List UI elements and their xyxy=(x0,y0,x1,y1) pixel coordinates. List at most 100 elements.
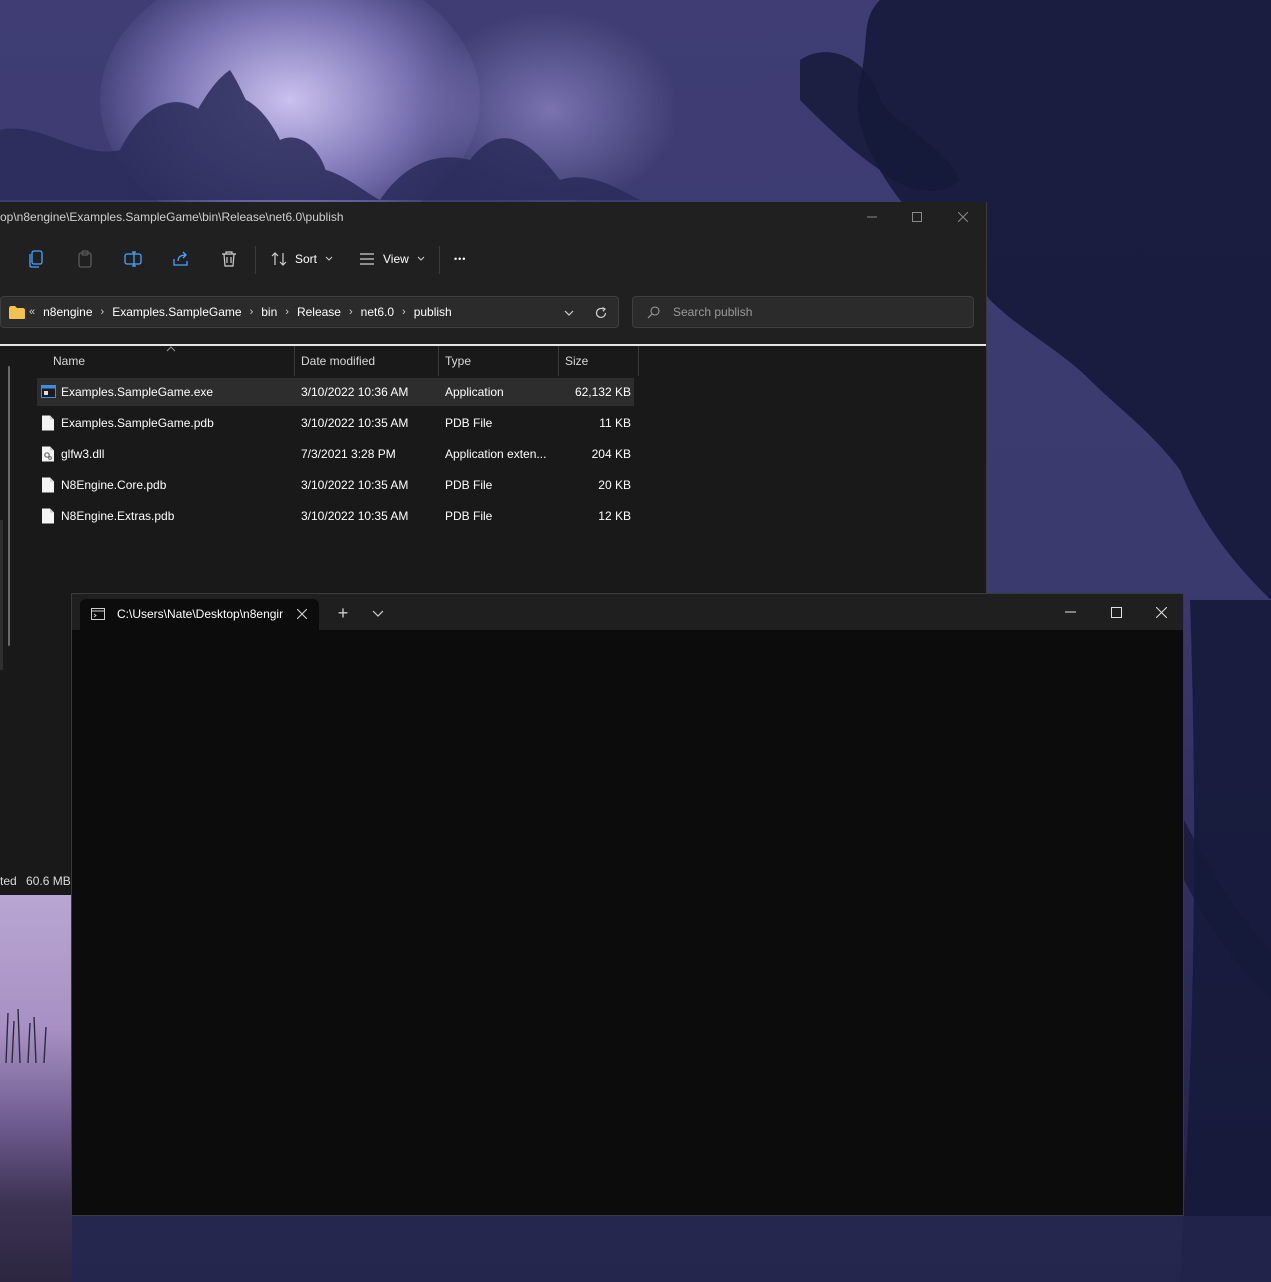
close-icon xyxy=(958,212,968,222)
file-name: Examples.SampleGame.pdb xyxy=(61,416,214,430)
close-button[interactable] xyxy=(940,202,986,232)
maximize-icon xyxy=(912,212,922,222)
file-type: PDB File xyxy=(445,478,493,492)
nav-pane-scrollbar[interactable] xyxy=(8,366,10,646)
breadcrumb-item-n8engine[interactable]: n8engine xyxy=(37,305,98,319)
column-type-label: Type xyxy=(445,354,472,368)
column-divider[interactable] xyxy=(638,346,639,376)
close-icon xyxy=(1155,606,1167,618)
dll-icon xyxy=(42,446,54,462)
terminal-minimize-button[interactable] xyxy=(1047,594,1093,630)
breadcrumb-item-bin[interactable]: bin xyxy=(255,305,283,319)
file-name: glfw3.dll xyxy=(61,447,105,461)
file-type: Application exten... xyxy=(445,447,547,461)
breadcrumb-item-examples-samplegame[interactable]: Examples.SampleGame xyxy=(106,305,247,319)
terminal-tab-title: C:\Users\Nate\Desktop\n8engir xyxy=(117,607,284,621)
column-header-size[interactable]: Size xyxy=(559,346,638,376)
copy-button[interactable] xyxy=(24,246,50,272)
chevron-down-icon xyxy=(564,310,574,316)
folder-icon xyxy=(9,305,25,319)
chevron-down-icon xyxy=(372,610,384,617)
delete-button[interactable] xyxy=(216,246,242,272)
minimize-button[interactable] xyxy=(849,202,895,232)
paste-button[interactable] xyxy=(72,246,98,272)
terminal-tab[interactable]: C:\Users\Nate\Desktop\n8engir xyxy=(80,599,319,630)
file-type: PDB File xyxy=(445,509,493,523)
column-name-label: Name xyxy=(53,354,86,368)
file-name: Examples.SampleGame.exe xyxy=(61,385,214,399)
breadcrumb-chevron-icon: › xyxy=(348,306,353,318)
breadcrumb-overflow[interactable]: « xyxy=(25,306,37,318)
view-list-icon xyxy=(360,253,374,265)
file-icon xyxy=(42,508,54,524)
wallpaper-lake-scene xyxy=(0,893,72,1282)
file-type: Application xyxy=(445,385,504,399)
paste-icon xyxy=(78,250,92,268)
share-button[interactable] xyxy=(168,246,194,272)
breadcrumb-chevron-icon: › xyxy=(100,306,105,318)
refresh-button[interactable] xyxy=(591,303,611,323)
command-prompt-icon xyxy=(91,608,105,620)
breadcrumb-item-net6[interactable]: net6.0 xyxy=(355,305,400,319)
file-icon xyxy=(42,477,54,493)
toolbar-separator xyxy=(255,246,256,274)
rename-icon xyxy=(124,251,142,267)
file-date: 3/10/2022 10:36 AM xyxy=(301,385,409,399)
search-icon xyxy=(647,306,660,319)
search-box[interactable] xyxy=(632,296,974,328)
file-date: 3/10/2022 10:35 AM xyxy=(301,478,409,492)
terminal-close-button[interactable] xyxy=(1138,594,1184,630)
toolbar-separator xyxy=(439,246,440,274)
view-label: View xyxy=(383,252,409,266)
minimize-icon xyxy=(867,216,877,218)
address-bar-row: « n8engine › Examples.SampleGame › bin ›… xyxy=(0,286,986,344)
new-tab-button[interactable]: + xyxy=(332,602,354,624)
table-row[interactable]: glfw3.dll 7/3/2021 3:28 PM Application e… xyxy=(37,440,634,468)
maximize-icon xyxy=(1110,606,1122,618)
breadcrumb-item-release[interactable]: Release xyxy=(291,305,347,319)
table-row[interactable]: N8Engine.Core.pdb 3/10/2022 10:35 AM PDB… xyxy=(37,471,634,499)
more-options-button[interactable]: ••• xyxy=(454,246,466,272)
breadcrumb-chevron-icon: › xyxy=(249,306,254,318)
column-header-date[interactable]: Date modified xyxy=(295,346,438,376)
column-header-type[interactable]: Type xyxy=(439,346,558,376)
status-selection-size: 60.6 MB xyxy=(26,874,71,888)
file-size: 11 KB xyxy=(599,416,631,430)
sort-icon xyxy=(271,252,287,266)
chevron-down-icon xyxy=(417,256,425,261)
file-type: PDB File xyxy=(445,416,493,430)
column-header-name[interactable]: Name xyxy=(47,346,294,376)
terminal-output-area[interactable] xyxy=(72,630,1183,1215)
terminal-titlebar[interactable]: C:\Users\Nate\Desktop\n8engir + xyxy=(72,594,1183,630)
table-row[interactable]: Examples.SampleGame.exe 3/10/2022 10:36 … xyxy=(37,378,634,406)
sort-ascending-icon xyxy=(166,346,176,352)
address-history-dropdown[interactable] xyxy=(559,305,579,321)
terminal-window: C:\Users\Nate\Desktop\n8engir + xyxy=(71,593,1184,1216)
view-button[interactable]: View xyxy=(359,246,425,272)
breadcrumb-chevron-icon: › xyxy=(402,306,406,318)
breadcrumb-item-publish[interactable]: publish xyxy=(408,305,458,319)
file-date: 3/10/2022 10:35 AM xyxy=(301,509,409,523)
share-icon xyxy=(173,251,188,266)
nav-pane-edge xyxy=(0,520,3,670)
maximize-button[interactable] xyxy=(894,202,940,232)
tab-close-button[interactable] xyxy=(293,605,311,623)
explorer-command-bar: Sort View ••• xyxy=(0,232,986,286)
trash-icon xyxy=(222,251,236,267)
minimize-icon xyxy=(1064,611,1076,613)
rename-button[interactable] xyxy=(120,246,146,272)
search-input[interactable] xyxy=(671,304,965,320)
table-row[interactable]: N8Engine.Extras.pdb 3/10/2022 10:35 AM P… xyxy=(37,502,634,530)
explorer-titlebar[interactable]: op\n8engine\Examples.SampleGame\bin\Rele… xyxy=(0,202,986,232)
address-bar[interactable]: « n8engine › Examples.SampleGame › bin ›… xyxy=(0,296,619,328)
table-row[interactable]: Examples.SampleGame.pdb 3/10/2022 10:35 … xyxy=(37,409,634,437)
sort-button[interactable]: Sort xyxy=(271,246,333,272)
file-date: 3/10/2022 10:35 AM xyxy=(301,416,409,430)
file-name: N8Engine.Extras.pdb xyxy=(61,509,175,523)
profiles-dropdown-button[interactable] xyxy=(367,602,389,624)
more-options-icon: ••• xyxy=(454,254,467,264)
status-selected-text: ted xyxy=(0,874,17,888)
column-date-label: Date modified xyxy=(301,354,376,368)
file-name: N8Engine.Core.pdb xyxy=(61,478,167,492)
terminal-maximize-button[interactable] xyxy=(1093,594,1139,630)
